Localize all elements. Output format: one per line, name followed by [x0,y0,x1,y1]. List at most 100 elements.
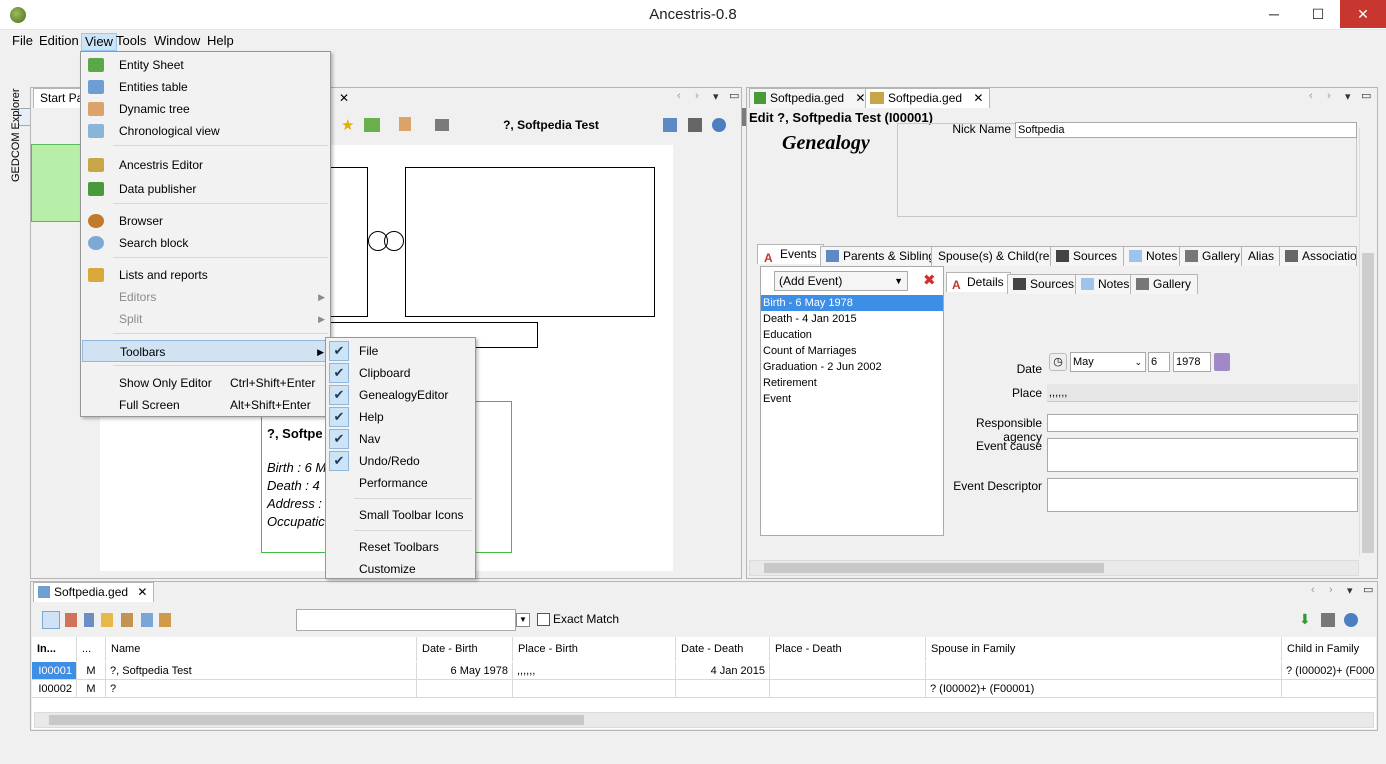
table-cell[interactable]: 6 May 1978 [417,662,513,680]
repositories-filter-icon[interactable] [141,613,153,627]
link-icon[interactable] [688,118,702,132]
close-tab-icon[interactable]: ✕ [339,91,349,105]
tab-alias[interactable]: Alias [1241,246,1282,266]
tree-node-left[interactable] [330,167,368,317]
date-day-field[interactable]: 6 [1148,352,1170,372]
table-cell[interactable]: I00002 [32,680,77,698]
col-id[interactable]: In... [32,637,77,661]
menu-item-entities-table[interactable]: Entities table [82,76,329,98]
table-cell[interactable]: ? [106,680,417,698]
menu-item-split[interactable]: Split ▶ [82,308,329,330]
event-item-birth[interactable]: Birth - 6 May 1978 [761,295,943,311]
minimize-button[interactable]: ─ [1252,0,1296,28]
menu-item-ancestris-editor[interactable]: Ancestris Editor [82,154,329,176]
tree-node-right[interactable] [405,167,655,317]
cause-field[interactable] [1047,438,1358,472]
close-window-button[interactable]: ✕ [1340,0,1386,28]
col-spouse-in-family[interactable]: Spouse in Family [926,637,1282,661]
close-tab-icon[interactable]: ✕ [973,91,983,105]
sources-filter-icon[interactable] [121,613,133,627]
tab-detail-notes[interactable]: Notes [1075,274,1137,294]
event-item-death[interactable]: Death - 4 Jan 2015 [761,311,943,327]
table-cell[interactable] [770,662,926,680]
table-cell[interactable] [926,662,1282,680]
tab-table[interactable]: Softpedia.ged ✕ [33,582,155,602]
tab-editor-2[interactable]: Softpedia.ged ✕ [865,88,991,108]
star-icon[interactable]: ★ [341,116,354,134]
menu-edition[interactable]: Edition [36,33,82,51]
scroll-left-icon[interactable]: ‹ [677,90,681,102]
menu-item-browser[interactable]: Browser [82,210,329,232]
table-cell[interactable]: M [77,662,106,680]
col-name[interactable]: Name [106,637,417,661]
table-filter-input[interactable] [296,609,516,631]
maximize-panel-icon[interactable]: ▭ [729,89,739,102]
toolbar-toggle-undo-redo[interactable]: ✔ Undo/Redo [327,450,474,472]
scroll-left-icon[interactable]: ‹ [1311,584,1315,596]
table-cell[interactable]: 4 Jan 2015 [676,662,770,680]
exact-match-label[interactable]: Exact Match [553,612,619,626]
menu-item-data-publisher[interactable]: Data publisher [82,178,329,200]
menu-view[interactable]: View [81,33,117,51]
table-cell[interactable] [770,680,926,698]
toolbar-reset[interactable]: Reset Toolbars [327,536,474,558]
col-place-death[interactable]: Place - Death [770,637,926,661]
toolbar-toggle-performance[interactable]: Performance [327,472,474,494]
tree-mode-icon[interactable] [399,117,411,131]
tab-spouses[interactable]: Spouse(s) & Child(ren) [931,246,1068,266]
editor-hscroll[interactable] [749,560,1359,576]
descriptor-field[interactable] [1047,478,1358,512]
col-date-death[interactable]: Date - Death [676,637,770,661]
table-hscroll[interactable] [34,712,1374,728]
clock-icon[interactable]: ◷ [1049,353,1067,371]
table-hscroll-thumb[interactable] [49,715,584,725]
toolbar-toggle-clipboard[interactable]: ✔ Clipboard [327,362,474,384]
tab-detail-gallery[interactable]: Gallery [1130,274,1199,294]
menu-window[interactable]: Window [151,33,203,51]
tab-notes[interactable]: Notes [1123,246,1185,266]
event-item-event[interactable]: Event [761,391,943,407]
menu-item-chronological-view[interactable]: Chronological view [82,120,329,142]
maximize-panel-icon[interactable]: ▭ [1363,583,1373,596]
toolbar-toggle-file[interactable]: ✔ File [327,340,474,362]
menu-item-full-screen[interactable]: Full Screen Alt+Shift+Enter [82,394,329,416]
col-place-birth[interactable]: Place - Birth [513,637,676,661]
tab-list-icon[interactable]: ▾ [1347,584,1353,597]
exact-match-checkbox[interactable] [537,613,550,626]
table-cell[interactable]: ? (I00002)+ (F00001) [926,680,1282,698]
settings-gear-icon[interactable] [1344,613,1358,627]
tab-detail-sources[interactable]: Sources [1007,274,1082,294]
filter-dropdown-icon[interactable]: ▼ [516,613,530,627]
gedcom-explorer-label[interactable]: GEDCOM Explorer [10,88,22,182]
editor-vscroll-thumb[interactable] [1362,253,1374,553]
fit-tree-icon[interactable] [364,118,380,132]
maximize-panel-icon[interactable]: ▭ [1361,89,1371,102]
toolbar-toggle-genealogy-editor[interactable]: ✔ GenealogyEditor [327,384,474,406]
event-item-marriages[interactable]: Count of Marriages [761,343,943,359]
event-item-education[interactable]: Education [761,327,943,343]
root-person-icon[interactable] [663,118,677,132]
individuals-filter-icon[interactable] [42,611,60,629]
link-icon[interactable] [1321,613,1335,627]
menu-item-editors[interactable]: Editors ▶ [82,286,329,308]
menu-tools[interactable]: Tools [113,33,149,51]
toolbar-customize[interactable]: Customize [327,558,474,580]
toolbar-toggle-help[interactable]: ✔ Help [327,406,474,428]
table-cell[interactable]: ? (I00002)+ (F000 [1282,662,1376,680]
families-filter-icon[interactable] [65,613,77,627]
menu-item-show-only-editor[interactable]: Show Only Editor Ctrl+Shift+Enter [82,372,329,394]
close-tab-icon[interactable]: ✕ [855,91,865,105]
menu-item-lists-reports[interactable]: Lists and reports [82,264,329,286]
table-cell[interactable]: ,,,,,, [513,662,676,680]
tab-list-icon[interactable]: ▾ [713,90,719,103]
agency-field[interactable] [1047,414,1358,432]
event-item-retirement[interactable]: Retirement [761,375,943,391]
tab-associations[interactable]: Associations [1279,246,1357,266]
menu-help[interactable]: Help [204,33,237,51]
col-date-birth[interactable]: Date - Birth [417,637,513,661]
scroll-right-icon[interactable]: › [695,90,699,102]
scroll-right-icon[interactable]: › [1329,584,1333,596]
table-cell[interactable] [676,680,770,698]
notes-filter-icon[interactable] [84,613,94,627]
download-icon[interactable]: ⬇ [1299,611,1311,628]
